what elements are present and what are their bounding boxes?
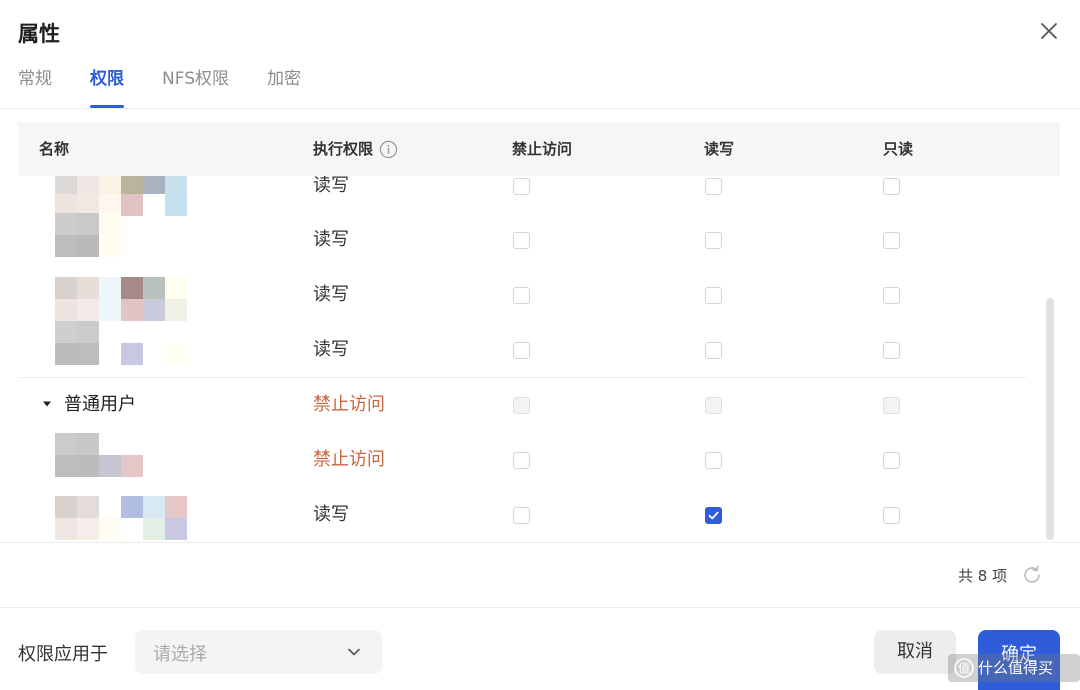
exec-permission-value: 读写 <box>313 176 349 196</box>
footer-divider <box>0 607 1080 608</box>
read-only-checkbox[interactable] <box>883 178 900 195</box>
user-avatar-pixelated <box>55 321 187 367</box>
watermark-text: 什么值得买 <box>978 659 1054 677</box>
table-row: 读写 <box>18 176 1028 216</box>
permission-table-body: 读写 读写 读写 读写 普通用户 禁止访问 禁止访问 读写 <box>18 176 1060 542</box>
deny-access-checkbox[interactable] <box>513 397 530 414</box>
read-write-checkbox[interactable] <box>705 397 722 414</box>
group-name: 普通用户 <box>64 394 136 415</box>
tabs-divider <box>0 108 1080 109</box>
total-count: 共 8 项 <box>958 567 1008 585</box>
deny-access-checkbox[interactable] <box>513 178 530 195</box>
user-avatar-pixelated <box>55 176 187 218</box>
tab-encryption[interactable]: 加密 <box>267 66 301 108</box>
exec-permission-value: 禁止访问 <box>313 449 385 470</box>
tab-general[interactable]: 常规 <box>18 66 52 108</box>
group-row-regular-users[interactable]: 普通用户 禁止访问 <box>18 378 1028 432</box>
table-header: 名称 执行权限 禁止访问 读写 只读 <box>18 122 1060 176</box>
user-avatar-pixelated <box>55 213 187 259</box>
cancel-button[interactable]: 取消 <box>874 630 956 674</box>
refresh-icon[interactable] <box>1021 564 1043 586</box>
table-footer-divider <box>0 542 1080 543</box>
read-only-checkbox[interactable] <box>883 507 900 524</box>
table-row: 禁止访问 <box>18 433 1028 487</box>
info-icon[interactable] <box>379 140 398 159</box>
deny-access-checkbox[interactable] <box>513 342 530 359</box>
exec-permission-value: 读写 <box>313 229 349 250</box>
deny-access-checkbox[interactable] <box>513 232 530 249</box>
chevron-down-icon <box>348 648 360 656</box>
deny-access-checkbox[interactable] <box>513 287 530 304</box>
user-avatar-pixelated <box>55 277 187 323</box>
exec-permission-value: 禁止访问 <box>313 394 385 415</box>
read-only-checkbox[interactable] <box>883 452 900 469</box>
table-row: 读写 <box>18 213 1028 267</box>
read-write-checkbox[interactable] <box>705 232 722 249</box>
table-row: 读写 <box>18 488 1028 542</box>
read-only-checkbox[interactable] <box>883 287 900 304</box>
apply-to-label: 权限应用于 <box>18 644 108 665</box>
deny-access-checkbox[interactable] <box>513 452 530 469</box>
header-read-write: 读写 <box>704 140 735 158</box>
header-name: 名称 <box>39 140 70 158</box>
svg-text:值: 值 <box>958 661 970 676</box>
exec-permission-value: 读写 <box>313 504 349 525</box>
user-avatar-pixelated <box>55 496 187 542</box>
caret-down-icon[interactable] <box>42 399 52 409</box>
checkmark-icon <box>708 511 719 520</box>
header-exec-permission: 执行权限 <box>313 122 398 176</box>
apply-to-select[interactable]: 请选择 <box>135 630 382 674</box>
read-write-checkbox[interactable] <box>705 342 722 359</box>
exec-permission-value: 读写 <box>313 339 349 360</box>
dialog-title: 属性 <box>18 22 60 46</box>
read-write-checkbox[interactable] <box>705 507 722 524</box>
watermark: 值 什么值得买 <box>948 654 1080 682</box>
exec-permission-value: 读写 <box>313 284 349 305</box>
table-row: 读写 <box>18 321 1028 377</box>
tab-nfs-permissions[interactable]: NFS权限 <box>162 66 229 108</box>
tab-bar: 常规 权限 NFS权限 加密 <box>18 66 301 108</box>
read-only-checkbox[interactable] <box>883 232 900 249</box>
read-write-checkbox[interactable] <box>705 287 722 304</box>
read-only-checkbox[interactable] <box>883 397 900 414</box>
apply-to-placeholder: 请选择 <box>153 644 207 665</box>
header-exec-label: 执行权限 <box>313 140 374 158</box>
read-only-checkbox[interactable] <box>883 342 900 359</box>
tab-permissions[interactable]: 权限 <box>90 66 124 108</box>
read-write-checkbox[interactable] <box>705 178 722 195</box>
deny-access-checkbox[interactable] <box>513 507 530 524</box>
scrollbar-thumb[interactable] <box>1046 298 1054 540</box>
header-read-only: 只读 <box>883 140 914 158</box>
watermark-logo-icon: 值 <box>954 658 974 678</box>
table-row: 读写 <box>18 268 1028 322</box>
read-write-checkbox[interactable] <box>705 452 722 469</box>
close-icon[interactable] <box>1038 20 1060 42</box>
user-avatar-pixelated <box>55 433 187 479</box>
header-deny-access: 禁止访问 <box>512 140 573 158</box>
